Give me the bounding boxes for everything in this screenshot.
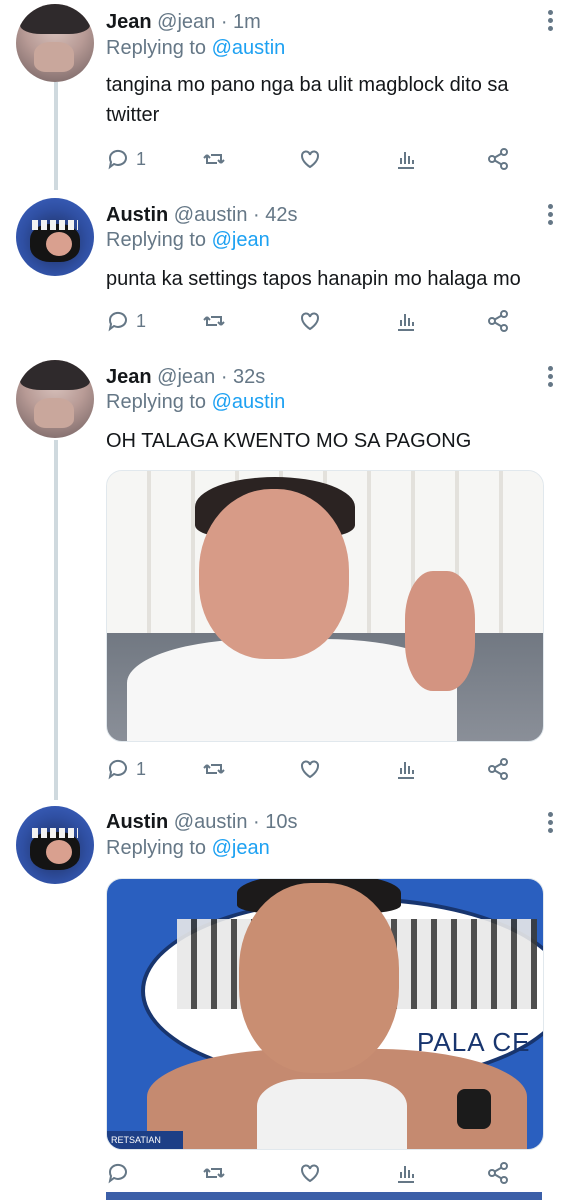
tweet-header: Austin @austin · 10s xyxy=(106,810,297,834)
reply-button[interactable]: 1 xyxy=(106,756,146,782)
user-handle[interactable]: @austin xyxy=(174,204,248,226)
display-name[interactable]: Austin xyxy=(106,811,168,833)
reply-icon xyxy=(108,1163,127,1184)
share-icon xyxy=(488,310,508,332)
more-vertical-icon[interactable] xyxy=(540,810,560,834)
analytics-icon xyxy=(398,762,414,779)
analytics-button[interactable] xyxy=(394,146,418,172)
share-button[interactable] xyxy=(486,1160,510,1186)
reply-icon xyxy=(108,759,127,780)
timestamp[interactable]: · 10s xyxy=(253,811,297,833)
avatar[interactable] xyxy=(16,360,94,438)
avatar[interactable] xyxy=(16,198,94,276)
retweet-button[interactable] xyxy=(202,756,226,782)
replying-to: Replying to @austin xyxy=(106,36,285,60)
reply-count: 1 xyxy=(136,310,147,331)
tweet-header: Jean @jean · 32s xyxy=(106,365,265,389)
tweet-media-photo[interactable]: PALA CE RETSATIAN xyxy=(106,878,544,1150)
replying-to: Replying to @jean xyxy=(106,836,270,860)
like-button[interactable] xyxy=(298,146,322,172)
replying-label: Replying to xyxy=(106,229,207,251)
analytics-button[interactable] xyxy=(394,756,418,782)
user-handle[interactable]: @jean xyxy=(157,366,215,388)
display-name[interactable]: Jean xyxy=(106,11,152,33)
tweet-media-photo[interactable] xyxy=(106,470,544,742)
replying-label: Replying to xyxy=(106,837,207,859)
tweet-text: tangina mo pano nga ba ulit magblock dit… xyxy=(106,74,509,126)
like-button[interactable] xyxy=(298,756,322,782)
analytics-button[interactable] xyxy=(394,1160,418,1186)
reply-icon xyxy=(108,311,127,332)
replying-label: Replying to xyxy=(106,391,207,413)
reply-button[interactable]: 1 xyxy=(106,308,146,334)
reply-count: 1 xyxy=(136,758,147,779)
tweet[interactable]: Austin @austin · 42s Replying to @jean p… xyxy=(0,190,581,352)
action-bar: 1 xyxy=(106,146,526,172)
retweet-icon xyxy=(203,764,225,774)
retweet-button[interactable] xyxy=(202,1160,226,1186)
reply-button[interactable]: 1 xyxy=(106,146,146,172)
action-bar: 1 xyxy=(106,756,526,782)
reply-count: 1 xyxy=(136,148,147,169)
avatar[interactable] xyxy=(16,4,94,82)
replying-to: Replying to @jean xyxy=(106,228,270,252)
timestamp[interactable]: · 32s xyxy=(221,366,265,388)
analytics-icon xyxy=(398,1166,414,1183)
user-handle[interactable]: @jean xyxy=(157,11,215,33)
timestamp[interactable]: · 1m xyxy=(221,11,261,33)
retweet-icon xyxy=(203,316,225,326)
replying-to: Replying to @austin xyxy=(106,390,285,414)
avatar[interactable] xyxy=(16,806,94,884)
tweet-text: OH TALAGA KWENTO MO SA PAGONG xyxy=(106,430,472,452)
retweet-button[interactable] xyxy=(202,146,226,172)
replying-label: Replying to xyxy=(106,37,207,59)
timestamp[interactable]: · 42s xyxy=(253,204,297,226)
more-vertical-icon[interactable] xyxy=(540,202,560,226)
analytics-button[interactable] xyxy=(394,308,418,334)
replying-to-link[interactable]: @austin xyxy=(212,37,286,59)
tweet[interactable]: Austin @austin · 10s Replying to @jean P… xyxy=(0,798,581,1200)
share-button[interactable] xyxy=(486,756,510,782)
like-button[interactable] xyxy=(298,1160,322,1186)
share-icon xyxy=(488,148,508,170)
like-button[interactable] xyxy=(298,308,322,334)
share-icon xyxy=(488,1162,508,1184)
replying-to-link[interactable]: @austin xyxy=(212,391,286,413)
media-corner-label: RETSATIAN xyxy=(107,1131,183,1149)
reply-button[interactable] xyxy=(106,1160,130,1186)
tweet[interactable]: Jean @jean · 1m Replying to @austin tang… xyxy=(0,0,581,190)
retweet-icon xyxy=(203,154,225,164)
retweet-button[interactable] xyxy=(202,308,226,334)
tweet[interactable]: Jean @jean · 32s Replying to @austin OH … xyxy=(0,352,581,798)
analytics-icon xyxy=(398,152,414,169)
user-handle[interactable]: @austin xyxy=(174,811,248,833)
heart-icon xyxy=(301,1164,319,1183)
share-icon xyxy=(488,758,508,780)
more-vertical-icon[interactable] xyxy=(540,8,560,32)
reply-icon xyxy=(108,149,127,170)
next-media-edge xyxy=(106,1192,542,1200)
share-button[interactable] xyxy=(486,308,510,334)
analytics-icon xyxy=(398,314,414,331)
share-button[interactable] xyxy=(486,146,510,172)
display-name[interactable]: Austin xyxy=(106,204,168,226)
heart-icon xyxy=(301,150,319,169)
display-name[interactable]: Jean xyxy=(106,366,152,388)
replying-to-link[interactable]: @jean xyxy=(212,837,270,859)
replying-to-link[interactable]: @jean xyxy=(212,229,270,251)
tweet-header: Austin @austin · 42s xyxy=(106,203,297,227)
more-vertical-icon[interactable] xyxy=(540,364,560,388)
heart-icon xyxy=(301,312,319,331)
tweet-text: punta ka settings tapos hanapin mo halag… xyxy=(106,268,521,290)
retweet-icon xyxy=(203,1168,225,1178)
heart-icon xyxy=(301,760,319,779)
tweet-header: Jean @jean · 1m xyxy=(106,10,261,34)
action-bar xyxy=(106,1160,526,1186)
action-bar: 1 xyxy=(106,308,526,334)
